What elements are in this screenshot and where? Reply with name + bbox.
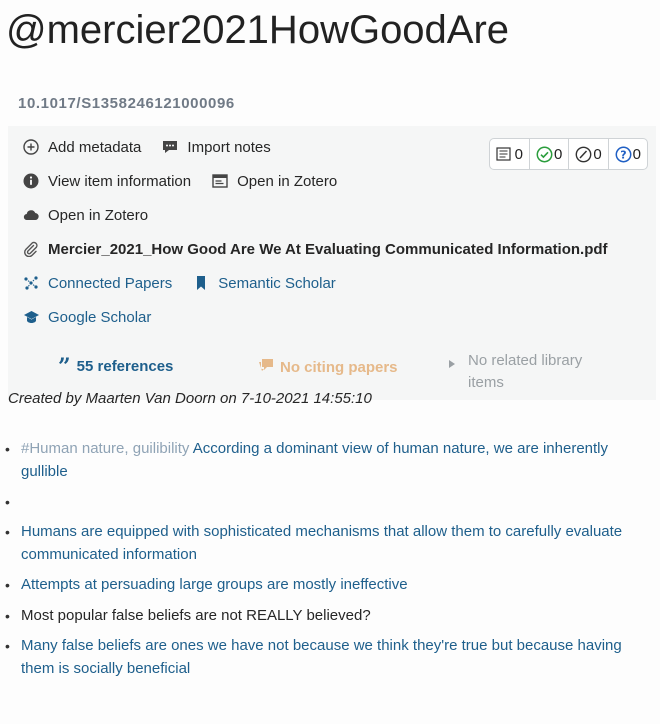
add-metadata-button[interactable]: Add metadata Import notes — [22, 138, 271, 156]
list-item: Attempts at persuading large groups are … — [5, 574, 641, 597]
open-in-zotero-button-2[interactable]: Open in Zotero — [22, 206, 148, 224]
checked-count-badge[interactable]: 0 — [530, 139, 570, 169]
add-metadata-label: Add metadata — [48, 138, 142, 156]
doi-label[interactable]: 10.1017/S1358246121000096 — [18, 95, 235, 112]
view-item-information-label: View item information — [48, 172, 192, 190]
question-circle-icon: ? — [615, 146, 632, 162]
notes-list: #Human nature, guilibility According a d… — [0, 438, 641, 688]
note-highlight-link[interactable]: Attempts at persuading large groups are … — [21, 576, 408, 593]
references-button[interactable]: ” 55 references — [58, 353, 174, 380]
citing-papers-button[interactable]: No citing papers — [258, 358, 398, 376]
note-highlight-link[interactable]: Many false beliefs are ones we have not … — [21, 637, 622, 677]
item-panel: Add metadata Import notes 0 0 0 ? 0 View… — [8, 126, 656, 400]
info-icon — [22, 172, 40, 190]
notes-count-badge[interactable]: 0 — [490, 139, 530, 169]
gauge-icon — [575, 146, 592, 162]
paperclip-icon — [22, 240, 40, 258]
connected-papers-link[interactable]: Connected Papers — [48, 275, 172, 292]
pdf-attachment-link[interactable]: Mercier_2021_How Good Are We At Evaluati… — [22, 240, 608, 258]
comment-icon — [161, 138, 179, 156]
semantic-scholar-link[interactable]: Semantic Scholar — [218, 275, 336, 292]
questions-count-badge[interactable]: ? 0 — [609, 139, 647, 169]
bookmark-icon — [192, 274, 210, 292]
citation-counts: ” 55 references No citing papers No rela… — [8, 350, 656, 394]
note-highlight-link[interactable]: Humans are equipped with sophisticated m… — [21, 523, 622, 563]
open-in-zotero-button-1[interactable]: Open in Zotero — [237, 173, 337, 190]
window-icon — [211, 172, 229, 190]
created-by-line: Created by Maarten Van Doorn on 7-10-202… — [8, 390, 372, 407]
import-notes-button[interactable]: Import notes — [187, 139, 270, 156]
citing-icon — [258, 358, 274, 376]
page-title: @mercier2021HowGoodAre — [6, 8, 510, 52]
note-text: Most popular false beliefs are not REALL… — [21, 606, 371, 624]
list-item — [5, 491, 641, 514]
references-label: 55 references — [76, 358, 174, 375]
list-item: Most popular false beliefs are not REALL… — [5, 605, 641, 628]
quote-icon: ” — [58, 353, 71, 380]
svg-text:?: ? — [620, 148, 626, 161]
open-in-zotero-label-2: Open in Zotero — [48, 206, 149, 224]
view-item-information-button[interactable]: View item information Open in Zotero — [22, 172, 337, 190]
list-item: Many false beliefs are ones we have not … — [5, 635, 641, 680]
pdf-file-name: Mercier_2021_How Good Are We At Evaluati… — [48, 240, 608, 258]
status-badges: 0 0 0 ? 0 — [488, 138, 648, 170]
cloud-icon — [22, 206, 40, 224]
related-label: No related library items — [468, 352, 583, 391]
google-scholar-row: Google Scholar — [22, 308, 151, 326]
tag-link[interactable]: #Human nature, guilibility — [21, 440, 189, 457]
related-items[interactable]: No related library items — [448, 350, 608, 394]
plus-circle-icon — [22, 138, 40, 156]
notes-icon — [496, 147, 511, 161]
caret-right-icon — [448, 356, 456, 373]
list-item: Humans are equipped with sophisticated m… — [5, 521, 641, 566]
external-links-row: Connected Papers Semantic Scholar — [22, 274, 336, 292]
graduation-cap-icon — [22, 308, 40, 326]
graph-nodes-icon — [22, 274, 40, 292]
disputed-count-badge[interactable]: 0 — [569, 139, 609, 169]
check-circle-icon — [536, 146, 553, 162]
citing-label: No citing papers — [280, 358, 398, 376]
google-scholar-link[interactable]: Google Scholar — [48, 309, 151, 326]
list-item: #Human nature, guilibility According a d… — [5, 438, 641, 483]
